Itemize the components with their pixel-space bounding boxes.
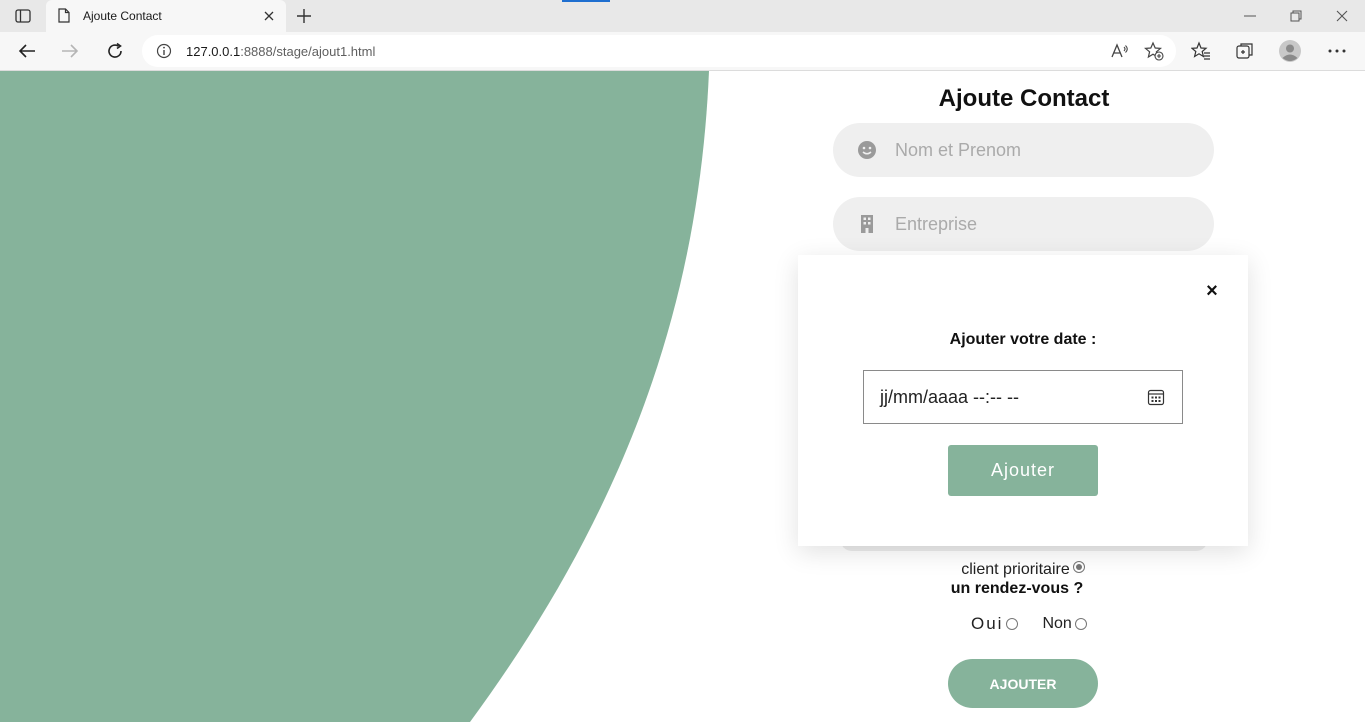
submit-button[interactable]: AJOUTER [948, 659, 1098, 708]
reload-icon[interactable] [101, 38, 129, 64]
page-title: Ajoute Contact [938, 85, 1110, 112]
collections-icon[interactable] [1232, 39, 1258, 63]
company-input[interactable] [895, 213, 1185, 235]
modal-add-button[interactable]: Ajouter [948, 445, 1098, 496]
minimize-icon[interactable] [1236, 4, 1264, 28]
option-no-radio[interactable] [1074, 618, 1087, 630]
datetime-placeholder: jj/mm/aaaa --:-- -- [880, 386, 1019, 407]
rendezvous-options: Oui Non [971, 614, 1087, 634]
date-modal: × Ajouter votre date : jj/mm/aaaa --:-- … [798, 255, 1248, 546]
back-icon[interactable] [13, 38, 41, 64]
option-yes-label: Oui [971, 614, 1004, 633]
tab-title: Ajoute Contact [83, 9, 162, 23]
priority-radio[interactable] [1072, 561, 1085, 573]
url-text[interactable]: 127.0.0.1:8888/stage/ajout1.html [186, 44, 375, 59]
page-viewport: Ajoute Contact client prioritaire un ren… [0, 71, 1365, 722]
more-menu-icon[interactable] [1324, 39, 1350, 63]
add-favorite-icon[interactable] [1143, 41, 1164, 66]
option-no[interactable]: Non [1042, 615, 1087, 633]
new-tab-icon[interactable] [292, 5, 316, 27]
browser-toolbar: 127.0.0.1:8888/stage/ajout1.html [0, 32, 1365, 71]
decorative-green-shape [0, 71, 709, 722]
company-field[interactable] [833, 197, 1214, 251]
profile-avatar-icon[interactable] [1277, 39, 1303, 63]
page-icon [58, 8, 72, 24]
rendezvous-label: un rendez-vous ? [950, 580, 1084, 597]
option-no-label: Non [1042, 615, 1072, 632]
modal-label: Ajouter votre date : [949, 331, 1097, 348]
address-bar[interactable]: 127.0.0.1:8888/stage/ajout1.html [142, 35, 1176, 67]
favorites-icon[interactable] [1188, 39, 1214, 63]
window-close-icon[interactable] [1328, 4, 1356, 28]
datetime-input[interactable]: jj/mm/aaaa --:-- -- [863, 370, 1183, 424]
option-yes-radio[interactable] [1006, 618, 1019, 630]
tab-close-icon[interactable] [258, 5, 280, 27]
url-host: 127.0.0.1 [186, 43, 241, 59]
tab-actions-icon[interactable] [8, 6, 38, 26]
priority-label: client prioritaire [961, 561, 1070, 578]
restore-icon[interactable] [1282, 4, 1310, 28]
smiley-icon [857, 140, 877, 160]
browser-tab-bar: Ajoute Contact [0, 0, 1365, 32]
tab-strip-indicator [562, 0, 610, 2]
name-input[interactable] [895, 139, 1185, 161]
calendar-icon[interactable] [1146, 387, 1166, 407]
site-info-icon[interactable] [156, 43, 172, 59]
read-aloud-icon[interactable] [1110, 41, 1130, 66]
forward-icon [56, 38, 84, 64]
url-path: :8888/stage/ajout1.html [240, 43, 376, 59]
building-icon [857, 214, 877, 234]
browser-tab[interactable]: Ajoute Contact [46, 0, 286, 32]
option-yes[interactable]: Oui [971, 614, 1019, 634]
name-field[interactable] [833, 123, 1214, 177]
modal-close-icon[interactable]: × [1202, 280, 1222, 302]
priority-row: client prioritaire [830, 561, 1216, 579]
